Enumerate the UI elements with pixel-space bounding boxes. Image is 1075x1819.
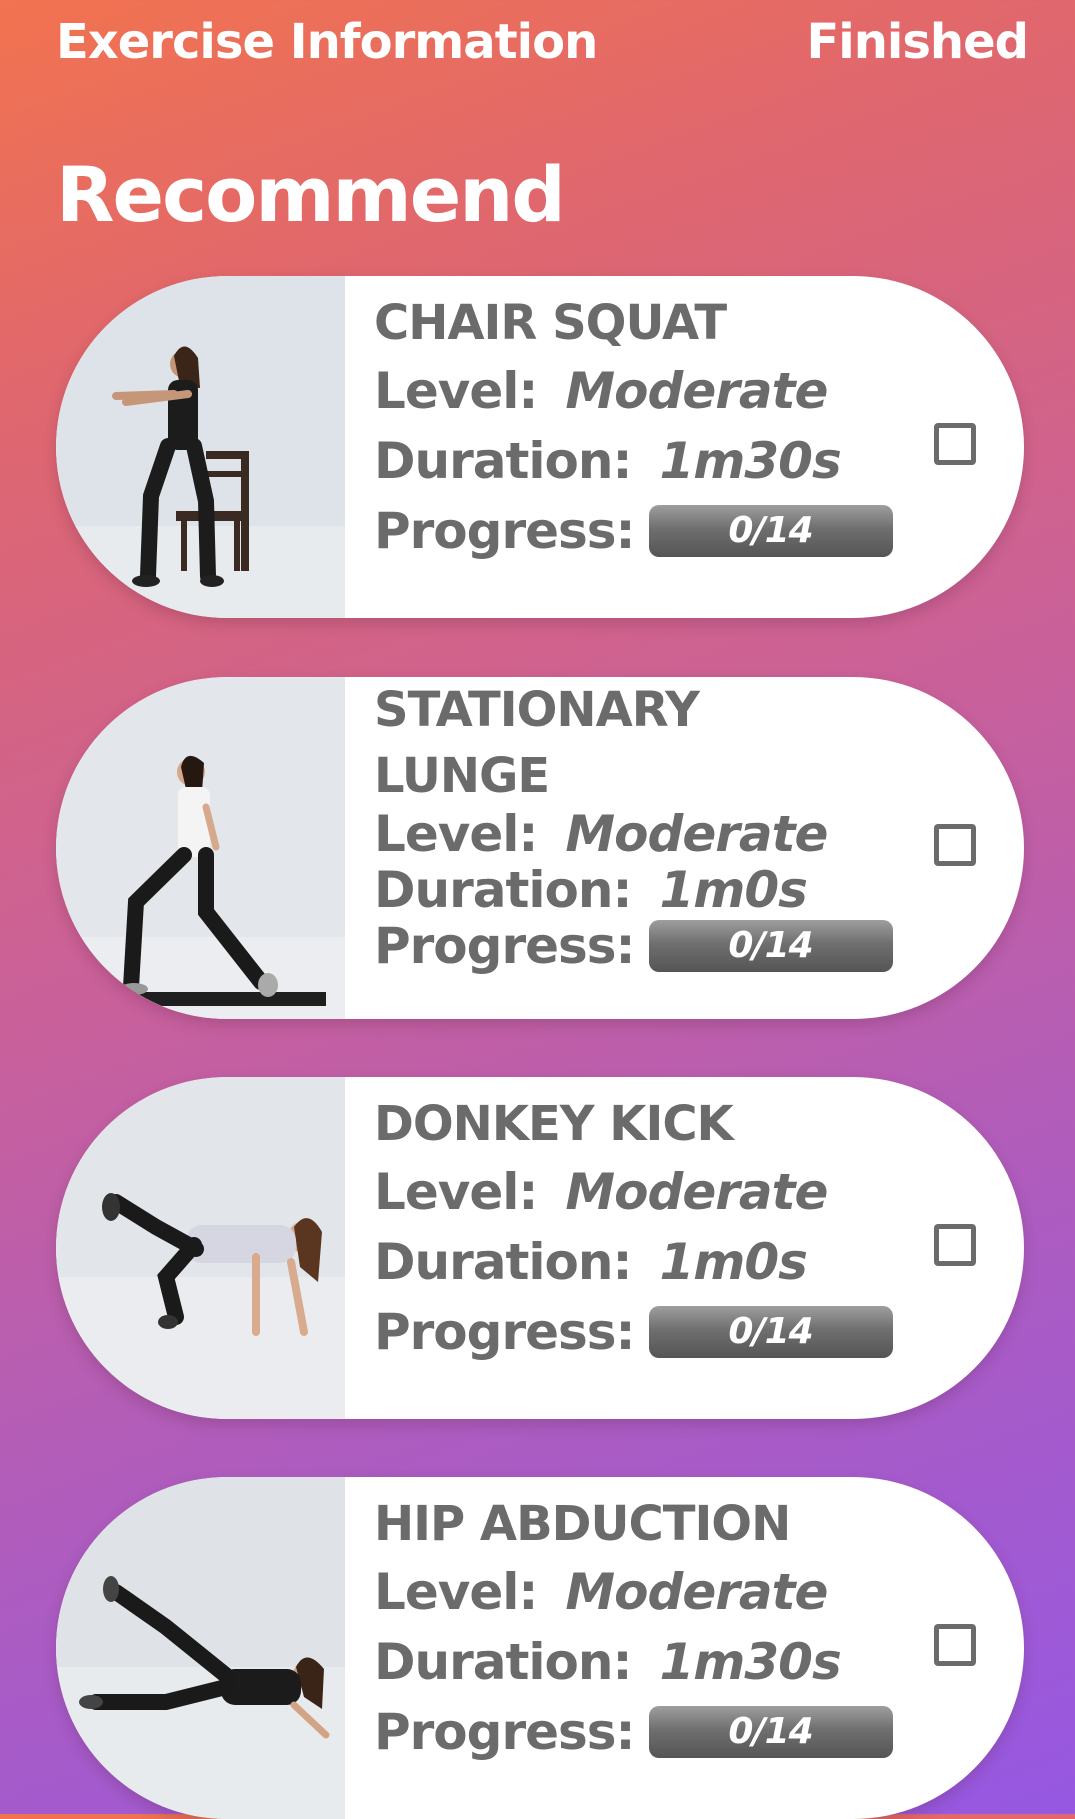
level-row: Level: Moderate: [374, 1163, 934, 1221]
level-value: Moderate: [565, 1563, 828, 1621]
progress-label: Progress:: [374, 917, 636, 975]
progress-bar: 0/14: [648, 1306, 893, 1358]
level-label: Level:: [374, 1563, 538, 1621]
exercise-info: DONKEY KICK Level: Moderate Duration: 1m0s…: [374, 1077, 934, 1419]
progress-row: Progress: 0/14: [374, 1303, 934, 1361]
level-row: Level: Moderate: [374, 1563, 934, 1621]
exercise-checkbox[interactable]: [934, 824, 976, 866]
duration-value: 1m0s: [659, 861, 807, 919]
exercise-checkbox[interactable]: [934, 1224, 976, 1266]
progress-label: Progress:: [374, 1703, 636, 1761]
duration-row: Duration: 1m0s: [374, 861, 934, 919]
chair-squat-photo: [56, 276, 345, 618]
page-title: Exercise Information: [56, 14, 598, 70]
exercise-card[interactable]: STATIONARY LUNGE Level: Moderate Duration…: [56, 677, 1024, 1019]
progress-text: 0/14: [728, 925, 813, 966]
progress-text: 0/14: [728, 1311, 813, 1352]
progress-row: Progress: 0/14: [374, 917, 934, 975]
duration-row: Duration: 1m0s: [374, 1233, 934, 1291]
duration-row: Duration: 1m30s: [374, 432, 934, 490]
exercise-info: CHAIR SQUAT Level: Moderate Duration: 1m30…: [374, 276, 934, 618]
exercise-card[interactable]: DONKEY KICK Level: Moderate Duration: 1m0s…: [56, 1077, 1024, 1419]
finished-button[interactable]: Finished: [806, 14, 1029, 70]
duration-value: 1m0s: [659, 1233, 807, 1291]
donkey-kick-photo: [56, 1077, 345, 1419]
exercise-name: DONKEY KICK: [374, 1096, 734, 1152]
progress-text: 0/14: [728, 510, 813, 551]
level-label: Level:: [374, 1163, 538, 1221]
exercise-checkbox[interactable]: [934, 423, 976, 465]
level-row: Level: Moderate: [374, 362, 934, 420]
hip-abduction-photo: [56, 1477, 345, 1819]
progress-row: Progress: 0/14: [374, 1703, 934, 1761]
exercise-card[interactable]: CHAIR SQUAT Level: Moderate Duration: 1m30…: [56, 276, 1024, 618]
progress-row: Progress: 0/14: [374, 502, 934, 560]
duration-value: 1m30s: [659, 432, 841, 490]
level-value: Moderate: [565, 1163, 828, 1221]
level-row: Level: Moderate: [374, 805, 934, 863]
progress-bar: 0/14: [648, 920, 893, 972]
exercise-name: CHAIR SQUAT: [374, 295, 727, 351]
duration-value: 1m30s: [659, 1633, 841, 1691]
exercise-checkbox[interactable]: [934, 1624, 976, 1666]
exercise-info: STATIONARY LUNGE Level: Moderate Duration…: [374, 677, 934, 1019]
progress-bar: 0/14: [648, 1706, 893, 1758]
level-label: Level:: [374, 805, 538, 863]
duration-row: Duration: 1m30s: [374, 1633, 934, 1691]
exercise-info: HIP ABDUCTION Level: Moderate Duration: 1m…: [374, 1477, 934, 1819]
duration-label: Duration:: [374, 1233, 632, 1291]
exercise-name: HIP ABDUCTION: [374, 1496, 791, 1552]
duration-label: Duration:: [374, 1633, 632, 1691]
progress-label: Progress:: [374, 502, 636, 560]
progress-bar: 0/14: [648, 505, 893, 557]
stationary-lunge-photo: [56, 677, 345, 1019]
progress-text: 0/14: [728, 1711, 813, 1752]
exercise-card[interactable]: HIP ABDUCTION Level: Moderate Duration: 1m…: [56, 1477, 1024, 1819]
level-label: Level:: [374, 362, 538, 420]
level-value: Moderate: [565, 805, 828, 863]
top-bar: Exercise Information Finished: [0, 0, 1075, 100]
duration-label: Duration:: [374, 432, 632, 490]
section-title-recommend: Recommend: [56, 150, 566, 239]
duration-label: Duration:: [374, 861, 632, 919]
level-value: Moderate: [565, 362, 828, 420]
progress-label: Progress:: [374, 1303, 636, 1361]
exercise-name: STATIONARY LUNGE: [374, 682, 700, 804]
